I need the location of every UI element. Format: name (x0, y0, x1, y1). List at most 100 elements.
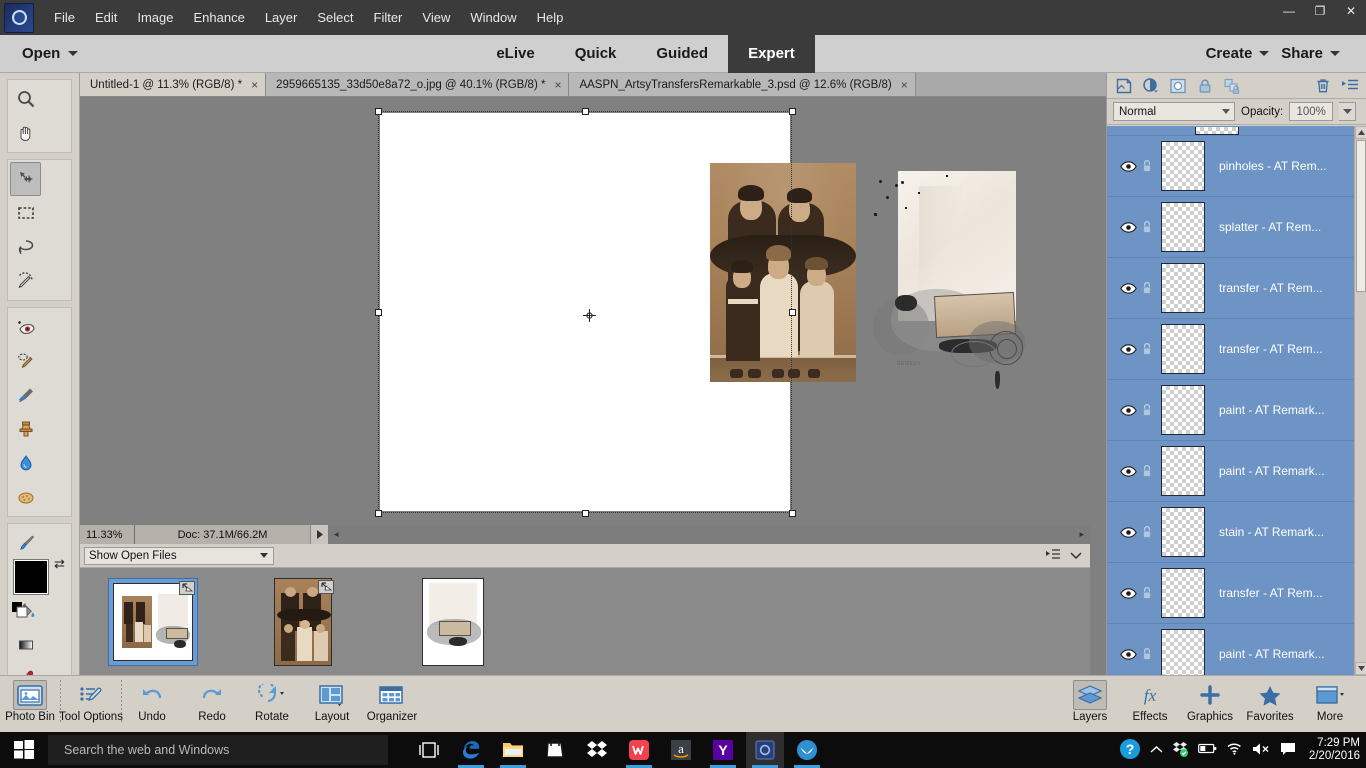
dropbox-tray-icon[interactable] (1172, 741, 1189, 760)
panel-menu-icon[interactable] (1341, 77, 1358, 94)
effects-button[interactable]: fx Effects (1120, 676, 1180, 731)
menu-edit[interactable]: Edit (85, 3, 127, 32)
bin-thumb-untitled-1[interactable] (108, 577, 198, 666)
zoom-level[interactable]: 11.33% (80, 525, 135, 544)
layout-button[interactable]: Layout (302, 676, 362, 731)
scroll-up-icon[interactable] (1355, 126, 1366, 139)
left-arrow-icon[interactable]: ◂ (334, 529, 339, 540)
selection-handle-se[interactable] (789, 510, 796, 517)
menu-file[interactable]: File (44, 3, 85, 32)
action-center-icon[interactable] (1280, 742, 1296, 759)
link-layers-icon[interactable] (1223, 77, 1240, 94)
layer-row-partial-top[interactable] (1107, 126, 1366, 136)
rotate-button[interactable]: Rotate (242, 676, 302, 731)
windows-store-icon[interactable] (536, 732, 574, 768)
layer-lock-icon[interactable] (1139, 586, 1155, 600)
tool-options-button[interactable]: Tool Options (59, 676, 123, 731)
file-explorer-icon[interactable] (494, 732, 532, 768)
minimize-button[interactable]: — (1274, 0, 1304, 22)
menu-help[interactable]: Help (527, 3, 574, 32)
opacity-input[interactable]: 100% (1289, 102, 1334, 121)
layer-row[interactable]: paint - AT Remark... (1107, 380, 1366, 441)
layer-lock-icon[interactable] (1139, 464, 1155, 478)
lock-layer-icon[interactable] (1196, 77, 1213, 94)
layer-lock-icon[interactable] (1139, 220, 1155, 234)
layer-thumbnail[interactable] (1161, 263, 1205, 313)
dropbox-icon[interactable] (578, 732, 616, 768)
volume-muted-icon[interactable] (1252, 742, 1271, 759)
default-colors-icon[interactable] (12, 602, 28, 618)
show-hidden-icons-chevron[interactable] (1150, 743, 1163, 757)
move-tool-icon[interactable] (10, 162, 41, 196)
delete-layer-icon[interactable] (1314, 77, 1331, 94)
tab-quick[interactable]: Quick (555, 35, 637, 73)
layer-lock-icon[interactable] (1139, 525, 1155, 539)
quick-selection-tool-icon[interactable] (10, 264, 41, 298)
smart-brush-tool-icon[interactable] (10, 378, 41, 412)
document-tab-untitled-1[interactable]: Untitled-1 @ 11.3% (RGB/8) * × (80, 73, 267, 96)
close-icon[interactable]: × (554, 78, 561, 92)
amazon-icon[interactable]: a (662, 732, 700, 768)
create-dropdown-icon[interactable] (1259, 51, 1270, 56)
zoom-tool-icon[interactable] (10, 82, 41, 116)
blend-mode-select[interactable]: Normal (1113, 102, 1235, 121)
help-circle-icon[interactable]: ? (1119, 738, 1141, 763)
layer-thumbnail[interactable] (1161, 141, 1205, 191)
organizer-button[interactable]: Organizer (362, 676, 422, 731)
document-canvas[interactable]: REMEDY · · · (380, 113, 1025, 511)
layer-visibility-eye-icon[interactable] (1117, 160, 1139, 172)
search-input[interactable]: Search the web and Windows (48, 735, 388, 765)
create-button[interactable]: Create (1206, 45, 1253, 62)
layer-thumbnail[interactable] (1161, 324, 1205, 374)
panel-menu-icon[interactable] (1046, 548, 1060, 563)
windows-start-icon[interactable] (0, 732, 48, 768)
close-button[interactable]: ✕ (1336, 0, 1366, 22)
opacity-dropdown-icon[interactable] (1339, 102, 1357, 121)
new-adjustment-layer-icon[interactable] (1142, 77, 1159, 94)
canvas-area[interactable]: REMEDY · · · (80, 97, 1090, 525)
menu-window[interactable]: Window (460, 3, 526, 32)
layer-visibility-eye-icon[interactable] (1117, 648, 1139, 660)
bin-thumb-photo-jpg[interactable] (258, 577, 348, 666)
menu-layer[interactable]: Layer (255, 3, 308, 32)
layer-row[interactable]: pinholes - AT Rem... (1107, 136, 1366, 197)
sponge-tool-icon[interactable] (10, 480, 41, 514)
clock[interactable]: 7:29 PM 2/20/2016 (1305, 737, 1360, 763)
layer-lock-icon[interactable] (1139, 281, 1155, 295)
photo-bin-filter-select[interactable]: Show Open Files (84, 546, 274, 565)
new-layer-icon[interactable] (1115, 77, 1132, 94)
menu-image[interactable]: Image (127, 3, 183, 32)
yandex-icon[interactable]: Y (704, 732, 742, 768)
tab-elive[interactable]: eLive (476, 35, 554, 73)
scrollbar-thumb[interactable] (1356, 140, 1366, 292)
task-view-icon[interactable] (410, 732, 448, 768)
selection-handle-ne[interactable] (789, 108, 796, 115)
selection-handle-sw[interactable] (375, 510, 382, 517)
layer-visibility-eye-icon[interactable] (1117, 343, 1139, 355)
sync-app-icon[interactable] (788, 732, 826, 768)
menu-select[interactable]: Select (307, 3, 363, 32)
document-tab-psd[interactable]: AASPN_ArtsyTransfersRemarkable_3.psd @ 1… (569, 73, 916, 96)
rectangular-marquee-tool-icon[interactable] (10, 196, 41, 230)
foreground-color-swatch[interactable] (14, 560, 48, 594)
undo-button[interactable]: Undo (122, 676, 182, 731)
selection-handle-e[interactable] (789, 309, 796, 316)
bin-thumb-psd[interactable] (408, 577, 498, 666)
layer-row[interactable]: transfer - AT Rem... (1107, 563, 1366, 624)
favorites-button[interactable]: Favorites (1240, 676, 1300, 731)
layer-visibility-eye-icon[interactable] (1117, 587, 1139, 599)
layer-row[interactable]: transfer - AT Rem... (1107, 258, 1366, 319)
layer-thumbnail[interactable] (1161, 202, 1205, 252)
menu-enhance[interactable]: Enhance (184, 3, 255, 32)
edge-browser-icon[interactable] (452, 732, 490, 768)
close-icon[interactable]: × (901, 78, 908, 92)
open-button[interactable]: Open (0, 45, 68, 62)
layer-visibility-eye-icon[interactable] (1117, 526, 1139, 538)
spot-healing-brush-tool-icon[interactable] (10, 344, 41, 378)
share-button[interactable]: Share (1281, 45, 1323, 62)
play-icon[interactable] (310, 525, 328, 544)
document-tab-photo-jpg[interactable]: 2959665135_33d50e8a72_o.jpg @ 40.1% (RGB… (266, 73, 570, 96)
more-button[interactable]: More (1300, 676, 1360, 731)
hand-tool-icon[interactable] (10, 116, 41, 150)
menu-filter[interactable]: Filter (364, 3, 413, 32)
